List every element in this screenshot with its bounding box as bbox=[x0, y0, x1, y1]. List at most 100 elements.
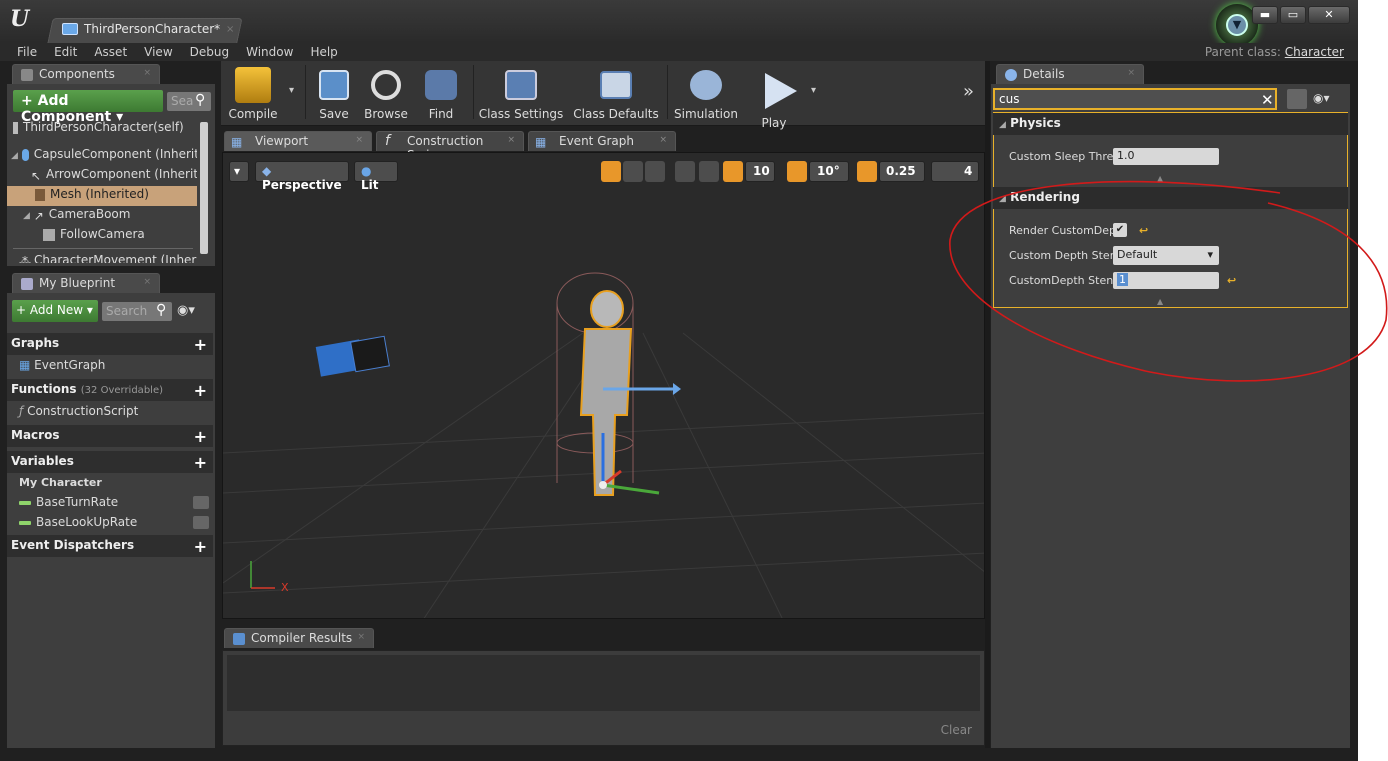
viewport-3d[interactable]: X ▾ ◆ Perspective ● Lit 10 10° 0.25 4 bbox=[222, 152, 985, 619]
menu-edit[interactable]: Edit bbox=[54, 45, 77, 59]
menu-debug[interactable]: Debug bbox=[190, 45, 229, 59]
components-scrollbar[interactable] bbox=[200, 122, 208, 254]
variables-section[interactable]: Variables + bbox=[7, 451, 213, 473]
graphs-section[interactable]: Graphs + bbox=[7, 333, 213, 355]
details-search-input[interactable]: cus ✕ bbox=[993, 88, 1277, 110]
custom-sleep-input[interactable]: 1.0 bbox=[1113, 148, 1219, 165]
play-button[interactable]: Play bbox=[751, 61, 797, 130]
viewport-tab-close-icon[interactable]: × bbox=[355, 135, 363, 145]
expand-arrow-icon[interactable]: ◢ bbox=[23, 211, 30, 221]
class-defaults-button[interactable]: Class Defaults bbox=[573, 61, 659, 123]
grid-snap-value[interactable]: 10 bbox=[745, 161, 775, 182]
advanced-expander-icon[interactable]: ▲ bbox=[1157, 174, 1163, 183]
details-tab-close-icon[interactable]: × bbox=[1127, 68, 1135, 78]
play-dropdown-chevron-icon[interactable]: ▾ bbox=[811, 85, 816, 96]
var-visibility-toggle[interactable] bbox=[193, 496, 209, 509]
add-variable-plus-icon[interactable]: + bbox=[194, 453, 207, 472]
rotation-snap-icon[interactable] bbox=[787, 161, 807, 182]
tree-item-followcamera[interactable]: FollowCamera bbox=[43, 227, 145, 241]
macros-section[interactable]: Macros + bbox=[7, 425, 213, 447]
components-tab-close-icon[interactable]: × bbox=[143, 68, 151, 78]
var-visibility-toggle[interactable] bbox=[193, 516, 209, 529]
tab-my-blueprint[interactable]: My Blueprint × bbox=[12, 273, 160, 293]
add-dispatcher-plus-icon[interactable]: + bbox=[194, 537, 207, 556]
details-view-options-eye-icon[interactable]: ◉▾ bbox=[1313, 91, 1330, 105]
world-local-icon[interactable] bbox=[675, 161, 695, 182]
view-options-eye-icon[interactable]: ◉▾ bbox=[177, 303, 195, 318]
perspective-button[interactable]: ◆ Perspective bbox=[255, 161, 349, 192]
rotation-snap-value[interactable]: 10° bbox=[809, 161, 849, 182]
maximize-button[interactable]: ▭ bbox=[1280, 6, 1306, 24]
event-graph-item[interactable]: ▦ EventGraph bbox=[7, 356, 213, 376]
add-new-button[interactable]: + Add New ▾ bbox=[12, 300, 98, 322]
construction-tab-close-icon[interactable]: × bbox=[507, 135, 515, 145]
clear-button[interactable]: Clear bbox=[941, 723, 972, 737]
compiler-tab-close-icon[interactable]: × bbox=[357, 632, 365, 642]
tab-components[interactable]: Components × bbox=[12, 64, 160, 84]
property-matrix-icon[interactable] bbox=[1287, 89, 1307, 109]
grid-snap-icon[interactable] bbox=[723, 161, 743, 182]
functions-section[interactable]: Functions (32 Overridable) + bbox=[7, 379, 213, 401]
toolbar-overflow-icon[interactable]: » bbox=[963, 81, 974, 102]
render-custom-depth-checkbox[interactable]: ✔ bbox=[1113, 223, 1127, 237]
find-button[interactable]: Find bbox=[417, 61, 465, 123]
search-icon[interactable]: ⚲ bbox=[156, 302, 166, 318]
viewport-options-button[interactable]: ▾ bbox=[229, 161, 249, 182]
document-tab-close-icon[interactable]: × bbox=[226, 24, 234, 35]
tree-item-arrow[interactable]: ↖ ArrowComponent (Inherite bbox=[31, 167, 197, 183]
tab-details[interactable]: Details × bbox=[996, 64, 1144, 84]
add-macro-plus-icon[interactable]: + bbox=[194, 427, 207, 446]
clear-search-icon[interactable]: ✕ bbox=[1261, 91, 1274, 109]
event-graph-tab-close-icon[interactable]: × bbox=[659, 135, 667, 145]
add-component-button[interactable]: + Add Component ▾ bbox=[13, 90, 163, 125]
reset-to-default-icon[interactable]: ↩ bbox=[1139, 224, 1148, 237]
tab-event-graph[interactable]: ▦ Event Graph × bbox=[528, 131, 676, 151]
rendering-category[interactable]: ◢ Rendering bbox=[993, 187, 1348, 209]
menu-asset[interactable]: Asset bbox=[94, 45, 127, 59]
tree-item-charactermovement[interactable]: ⁂ CharacterMovement (Inherite bbox=[19, 253, 197, 263]
minimize-button[interactable]: ▬ bbox=[1252, 6, 1278, 24]
menu-window[interactable]: Window bbox=[246, 45, 293, 59]
camera-speed-value[interactable]: 4 bbox=[931, 161, 979, 182]
compile-button[interactable]: Compile bbox=[225, 61, 281, 123]
my-character-category[interactable]: My Character bbox=[7, 474, 213, 494]
menu-file[interactable]: File bbox=[17, 45, 37, 59]
menu-help[interactable]: Help bbox=[310, 45, 337, 59]
surface-snap-icon[interactable] bbox=[699, 161, 719, 182]
expand-arrow-icon[interactable]: ◢ bbox=[11, 151, 18, 161]
close-window-button[interactable]: ✕ bbox=[1308, 6, 1350, 24]
menu-view[interactable]: View bbox=[144, 45, 172, 59]
tab-construction-script[interactable]: f Construction Scrip × bbox=[376, 131, 524, 162]
save-button[interactable]: Save bbox=[311, 61, 357, 123]
add-graph-plus-icon[interactable]: + bbox=[194, 335, 207, 354]
construction-script-item[interactable]: ƒ ConstructionScript bbox=[7, 402, 213, 422]
browse-button[interactable]: Browse bbox=[361, 61, 411, 123]
search-icon[interactable]: ⚲ bbox=[195, 92, 205, 108]
simulation-button[interactable]: Simulation bbox=[673, 61, 739, 123]
class-settings-button[interactable]: Class Settings bbox=[477, 61, 565, 123]
tab-compiler-results[interactable]: Compiler Results × bbox=[224, 628, 374, 648]
scale-snap-icon[interactable] bbox=[857, 161, 877, 182]
custom-depth-stencil-write-dropdown[interactable]: Default ▾ bbox=[1113, 246, 1219, 265]
my-blueprint-tab-close-icon[interactable]: × bbox=[143, 277, 151, 287]
advanced-expander-icon[interactable]: ▲ bbox=[1157, 297, 1163, 306]
tab-viewport[interactable]: ▦ Viewport × bbox=[224, 131, 372, 151]
compile-dropdown-chevron-icon[interactable]: ▾ bbox=[289, 85, 294, 96]
scale-snap-value[interactable]: 0.25 bbox=[879, 161, 925, 182]
custom-depth-stencil-value-input[interactable]: 1 bbox=[1113, 272, 1219, 289]
lit-mode-button[interactable]: ● Lit bbox=[354, 161, 398, 192]
translate-mode-icon[interactable] bbox=[601, 161, 621, 182]
tree-item-cameraboom[interactable]: ◢ ↗ CameraBoom bbox=[23, 207, 130, 223]
physics-category[interactable]: ◢ Physics bbox=[993, 113, 1348, 135]
rotate-mode-icon[interactable] bbox=[623, 161, 643, 182]
tree-item-self[interactable]: ThirdPersonCharacter(self) bbox=[13, 120, 184, 134]
tree-item-mesh[interactable]: Mesh (Inherited) bbox=[7, 186, 197, 206]
reset-to-default-icon[interactable]: ↩ bbox=[1227, 274, 1236, 287]
variable-base-turn-rate[interactable]: BaseTurnRate bbox=[7, 493, 213, 513]
add-function-plus-icon[interactable]: + bbox=[194, 381, 207, 400]
variable-base-lookup-rate[interactable]: BaseLookUpRate bbox=[7, 513, 213, 533]
scale-mode-icon[interactable] bbox=[645, 161, 665, 182]
event-dispatchers-section[interactable]: Event Dispatchers + bbox=[7, 535, 213, 557]
tree-item-capsule[interactable]: ◢ CapsuleComponent (Inherite bbox=[11, 147, 197, 161]
parent-class-link[interactable]: Character bbox=[1285, 45, 1344, 59]
